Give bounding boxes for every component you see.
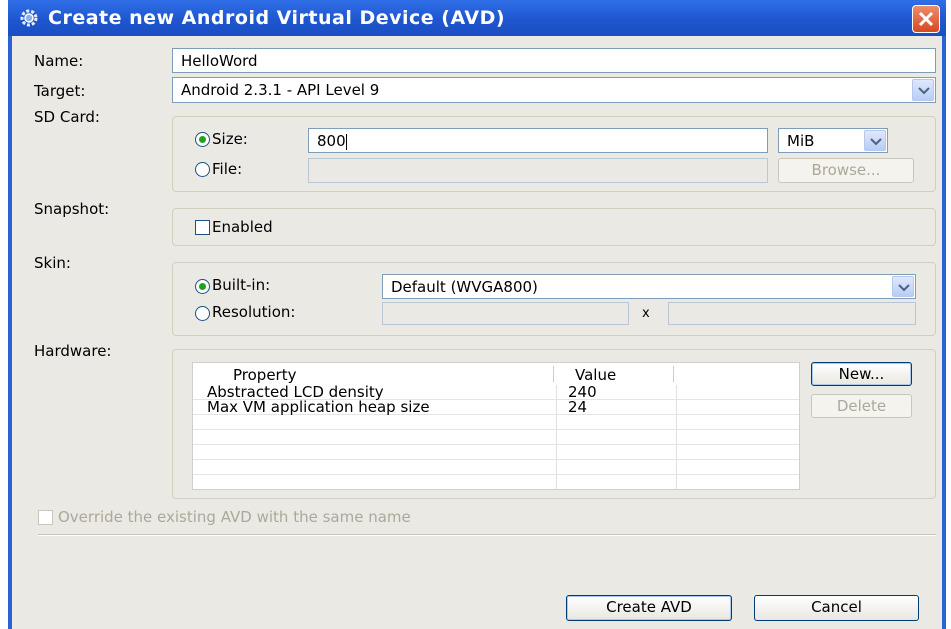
builtin-label: Built-in:	[212, 276, 271, 294]
dialog-content: Name: HelloWord Target: Android 2.3.1 - …	[12, 36, 942, 629]
new-property-button[interactable]: New...	[811, 362, 912, 386]
browse-button[interactable]: Browse...	[778, 158, 914, 183]
sdcard-label: SD Card:	[34, 108, 100, 126]
resolution-label: Resolution:	[212, 303, 296, 321]
resolution-separator: x	[642, 306, 650, 321]
delete-property-button[interactable]: Delete	[811, 394, 912, 418]
create-avd-button[interactable]: Create AVD	[566, 595, 732, 621]
resolution-radio[interactable]	[195, 306, 210, 321]
column-header-property[interactable]: Property	[233, 366, 296, 384]
table-row-empty	[193, 475, 799, 489]
table-row-empty	[193, 430, 799, 445]
table-row-empty	[193, 460, 799, 475]
snapshot-enabled-checkbox[interactable]	[195, 220, 210, 235]
file-radio[interactable]	[195, 162, 210, 177]
table-header: Property Value	[193, 363, 799, 385]
column-separator	[553, 366, 554, 382]
chevron-down-icon[interactable]	[892, 276, 914, 297]
table-row-empty	[193, 445, 799, 460]
resolution-width-input[interactable]	[382, 302, 629, 325]
column-header-value[interactable]: Value	[575, 366, 616, 384]
dialog-window: Create new Android Virtual Device (AVD) …	[8, 0, 946, 629]
size-input[interactable]: 800	[308, 128, 768, 153]
override-label: Override the existing AVD with the same …	[58, 508, 411, 526]
hardware-label: Hardware:	[34, 342, 112, 360]
snapshot-group	[172, 208, 936, 246]
title-bar[interactable]: Create new Android Virtual Device (AVD)	[8, 0, 946, 36]
size-label: Size:	[212, 130, 248, 148]
target-label: Target:	[34, 82, 86, 100]
size-unit-value: MiB	[787, 132, 815, 150]
target-selected-value: Android 2.3.1 - API Level 9	[181, 81, 380, 99]
file-input[interactable]	[308, 158, 768, 183]
resolution-height-input[interactable]	[668, 302, 916, 325]
builtin-radio[interactable]	[195, 279, 210, 294]
chevron-down-icon[interactable]	[864, 130, 886, 151]
window-title: Create new Android Virtual Device (AVD)	[48, 7, 506, 29]
builtin-skin-value: Default (WVGA800)	[391, 278, 538, 296]
snapshot-label: Snapshot:	[34, 200, 110, 218]
column-separator	[673, 366, 674, 382]
table-row-empty	[193, 415, 799, 430]
name-input[interactable]: HelloWord	[172, 48, 936, 73]
close-icon	[918, 11, 934, 27]
file-label: File:	[212, 160, 243, 178]
gear-icon	[18, 7, 40, 29]
override-checkbox[interactable]	[38, 510, 53, 525]
close-button[interactable]	[912, 5, 940, 33]
skin-label: Skin:	[34, 254, 71, 272]
text-cursor	[345, 133, 347, 150]
hardware-table[interactable]: Property Value Abstracted LCD density 24…	[192, 362, 800, 490]
separator	[38, 534, 936, 536]
builtin-skin-select[interactable]: Default (WVGA800)	[382, 274, 916, 299]
chevron-down-icon[interactable]	[912, 79, 934, 101]
snapshot-enabled-label: Enabled	[212, 218, 273, 236]
size-radio[interactable]	[195, 132, 210, 147]
table-row[interactable]: Max VM application heap size 24	[193, 398, 799, 416]
cancel-button[interactable]: Cancel	[754, 595, 919, 621]
size-unit-select[interactable]: MiB	[778, 128, 888, 153]
name-label: Name:	[34, 52, 84, 70]
target-select[interactable]: Android 2.3.1 - API Level 9	[172, 77, 936, 103]
